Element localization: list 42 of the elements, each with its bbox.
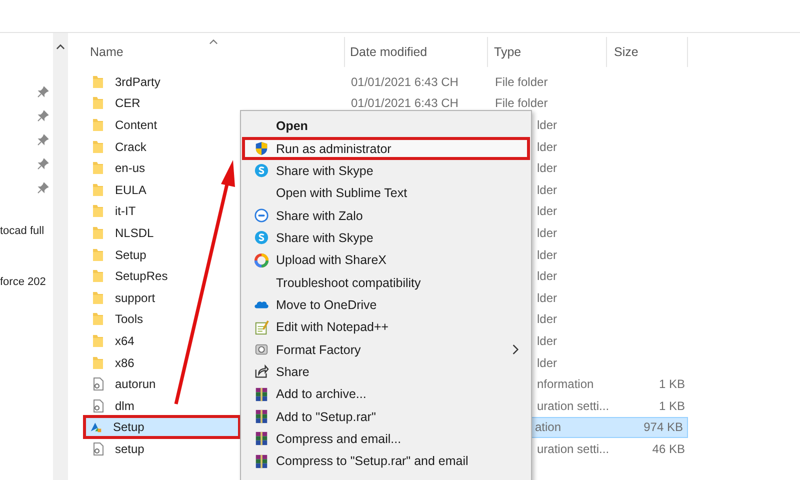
file-type: lder	[537, 269, 558, 284]
file-type: File folder	[495, 96, 548, 110]
file-type: uration setti...	[537, 398, 610, 413]
file-type: lder	[537, 226, 558, 240]
file-name: setup	[115, 442, 144, 456]
file-name: Setup	[113, 420, 144, 434]
file-type: lder	[537, 312, 558, 326]
file-type: lder	[537, 182, 558, 197]
file-type: lder	[537, 161, 558, 176]
file-name: NLSDL	[115, 226, 154, 240]
file-name: Crack	[115, 140, 146, 154]
file-name: Setup	[115, 248, 146, 262]
file-name: x86	[115, 356, 134, 370]
file-name: Tools	[115, 312, 144, 326]
file-type: ation	[535, 420, 562, 434]
file-name: 3rdParty	[115, 74, 160, 89]
file-name: autorun	[115, 377, 156, 392]
date-modified: 01/01/2021 6:43 CH	[351, 96, 458, 110]
file-size: 1 KB	[658, 377, 685, 392]
file-name: SetupRes	[115, 269, 168, 284]
file-name: Content	[115, 118, 158, 132]
file-type: lder	[537, 248, 558, 262]
file-name: CER	[115, 96, 140, 110]
file-size: 1 KB	[658, 398, 685, 413]
file-type: lder	[537, 334, 558, 348]
date-modified: 01/01/2021 6:43 CH	[351, 74, 458, 89]
file-type: lder	[537, 204, 558, 218]
file-name: it-IT	[115, 204, 136, 218]
file-name: x64	[115, 334, 134, 348]
file-size: 46 KB	[652, 442, 685, 456]
file-type: lder	[537, 140, 558, 154]
file-type: lder	[537, 290, 558, 305]
file-name: dlm	[115, 398, 134, 413]
file-name: EULA	[115, 182, 146, 197]
file-type: lder	[537, 356, 558, 370]
file-type: nformation	[537, 377, 594, 392]
file-type: lder	[537, 118, 558, 132]
file-type: uration setti...	[537, 442, 610, 456]
file-type: File folder	[495, 74, 548, 89]
file-name: support	[115, 290, 156, 305]
file-size: 974 KB	[644, 420, 683, 434]
file-name: en-us	[115, 161, 146, 176]
